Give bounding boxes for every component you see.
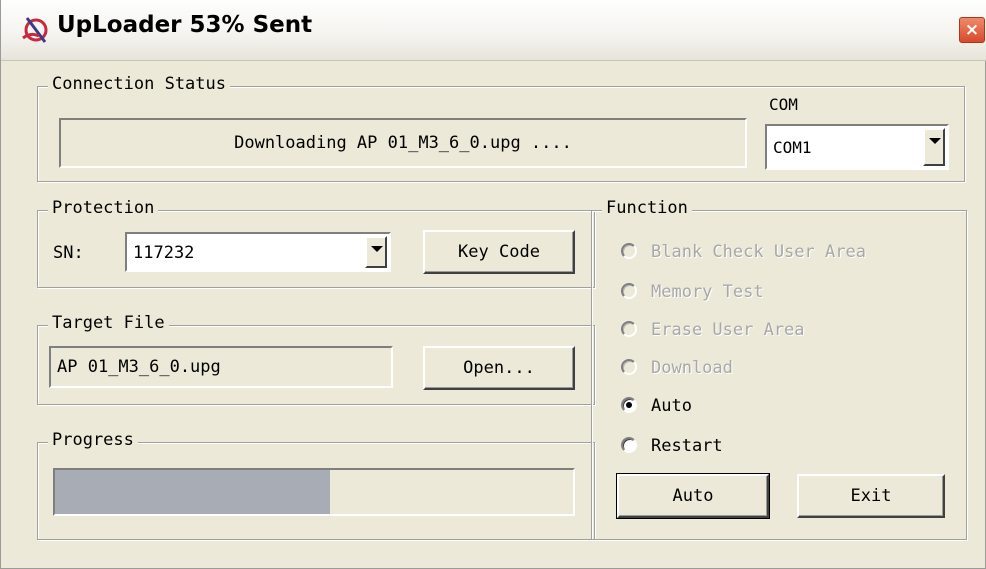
window-title: UpLoader 53% Sent	[57, 12, 313, 38]
key-code-button[interactable]: Key Code	[423, 230, 575, 274]
sn-label: SN:	[53, 243, 84, 263]
progress-bar	[53, 468, 575, 516]
sn-select-value: 117232	[133, 243, 195, 263]
target-file-legend: Target File	[48, 313, 169, 333]
radio-label: Download	[651, 358, 733, 378]
connection-status-text: Downloading AP 01_M3_6_0.upg ....	[234, 133, 572, 153]
connection-status-display: Downloading AP 01_M3_6_0.upg ....	[59, 118, 747, 168]
auto-button[interactable]: Auto	[616, 473, 770, 519]
radio-label: Restart	[651, 436, 723, 456]
open-button[interactable]: Open...	[423, 346, 575, 390]
radio-label: Auto	[651, 396, 692, 416]
com-dropdown-button[interactable]	[923, 128, 945, 166]
radio-circle	[621, 437, 637, 453]
sn-select[interactable]: 117232	[125, 232, 391, 272]
radio-label: Blank Check User Area	[651, 242, 866, 262]
uploader-window: UpLoader 53% Sent × Connection Status Do…	[0, 0, 986, 569]
radio-circle	[621, 283, 637, 299]
uploader-app-icon	[22, 17, 48, 43]
com-select-value: COM1	[773, 138, 812, 157]
sn-dropdown-button[interactable]	[365, 236, 387, 268]
com-select[interactable]: COM1	[765, 124, 949, 170]
protection-legend: Protection	[48, 198, 159, 218]
target-file-field: AP 01_M3_6_0.upg	[49, 346, 393, 388]
target-file-value: AP 01_M3_6_0.upg	[57, 357, 221, 377]
radio-label: Memory Test	[651, 282, 764, 302]
connection-status-legend: Connection Status	[48, 74, 230, 94]
radio-label: Erase User Area	[651, 320, 805, 340]
progress-bar-fill	[55, 470, 330, 514]
radio-circle	[621, 397, 637, 413]
com-label: COM	[769, 95, 798, 114]
close-button[interactable]: ×	[959, 17, 985, 43]
function-legend: Function	[602, 198, 692, 218]
progress-legend: Progress	[48, 430, 138, 450]
radio-circle	[621, 321, 637, 337]
radio-circle	[621, 243, 637, 259]
radio-circle	[621, 359, 637, 375]
exit-button[interactable]: Exit	[797, 474, 945, 518]
title-bar[interactable]: UpLoader 53% Sent ×	[1, 0, 986, 61]
